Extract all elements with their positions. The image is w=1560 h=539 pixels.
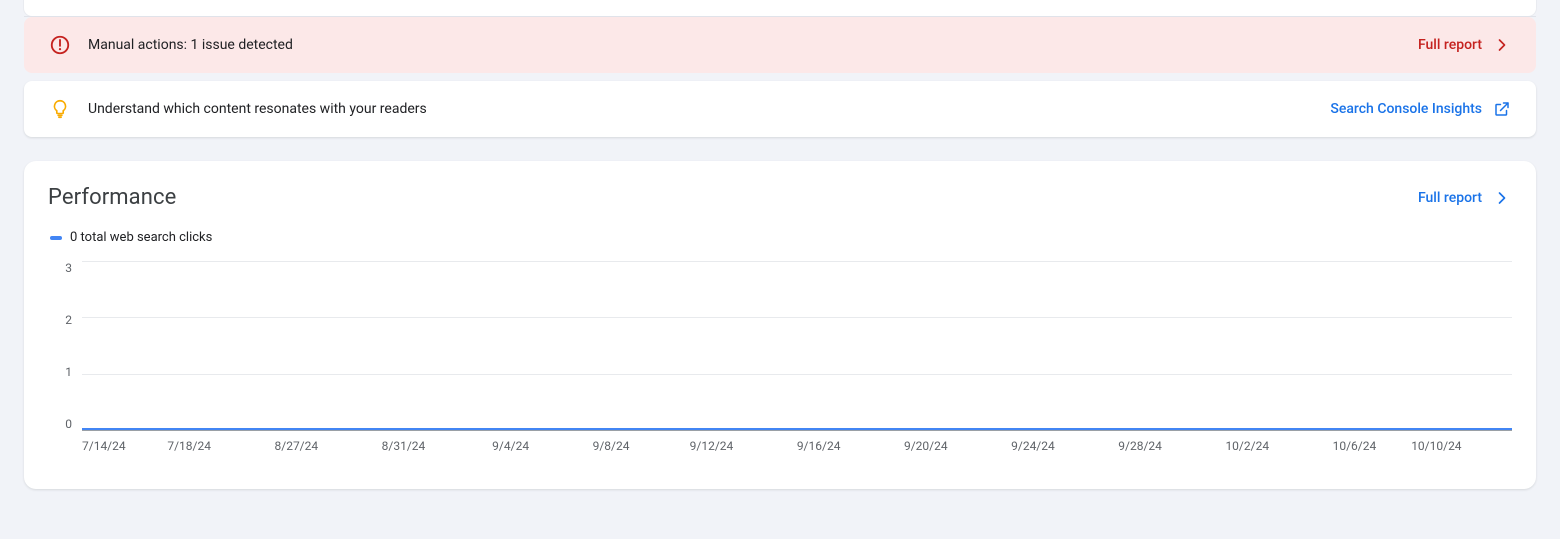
x-tick: 9/12/24: [690, 439, 734, 453]
error-icon: [48, 33, 72, 57]
clicks-chart: 3 2 1 0 7/14/24 7/18/24 8/27/24 8/31/24 …: [48, 261, 1512, 461]
manual-actions-alert[interactable]: Manual actions: 1 issue detected Full re…: [24, 17, 1536, 73]
y-tick: 0: [65, 417, 72, 431]
insights-link-label: Search Console Insights: [1330, 101, 1482, 117]
chart-y-axis: 3 2 1 0: [48, 261, 82, 431]
x-tick: 9/8/24: [593, 439, 630, 453]
full-report-label: Full report: [1418, 37, 1482, 53]
x-tick: 8/31/24: [382, 439, 426, 453]
chart-plot-area: [82, 261, 1512, 431]
lightbulb-icon: [48, 97, 72, 121]
x-tick: 9/20/24: [904, 439, 948, 453]
x-tick: 9/4/24: [492, 439, 529, 453]
search-console-insights-link[interactable]: Search Console Insights: [1330, 99, 1512, 119]
external-link-icon: [1492, 99, 1512, 119]
x-tick: 7/18/24: [167, 439, 211, 453]
x-tick: 10/2/24: [1225, 439, 1269, 453]
manual-actions-text: Manual actions: 1 issue detected: [88, 37, 1418, 53]
performance-card: Performance Full report 0 total web sear…: [24, 161, 1536, 489]
legend-label: 0 total web search clicks: [70, 230, 212, 245]
x-tick: 10/6/24: [1333, 439, 1377, 453]
previous-card-bottom: [24, 0, 1536, 16]
performance-full-report-label: Full report: [1418, 190, 1482, 206]
y-tick: 1: [65, 365, 72, 379]
gridline: [82, 261, 1512, 262]
y-tick: 3: [65, 261, 72, 275]
legend-swatch: [50, 236, 62, 240]
gridline: [82, 317, 1512, 318]
x-tick: 10/10/24: [1411, 439, 1461, 453]
chevron-right-icon: [1492, 35, 1512, 55]
x-tick: 8/27/24: [275, 439, 319, 453]
gridline: [82, 374, 1512, 375]
x-tick: 7/14/24: [82, 439, 126, 453]
manual-actions-full-report-link[interactable]: Full report: [1418, 35, 1512, 55]
insights-tip-text: Understand which content resonates with …: [88, 101, 1330, 117]
chart-legend: 0 total web search clicks: [50, 230, 1512, 245]
chart-x-axis: 7/14/24 7/18/24 8/27/24 8/31/24 9/4/24 9…: [82, 439, 1512, 453]
insights-tip-bar[interactable]: Understand which content resonates with …: [24, 81, 1536, 137]
y-tick: 2: [65, 313, 72, 327]
x-tick: 9/28/24: [1118, 439, 1162, 453]
chart-series-line: [82, 428, 1512, 430]
performance-title: Performance: [48, 185, 1418, 210]
chevron-right-icon: [1492, 188, 1512, 208]
x-tick: 9/24/24: [1011, 439, 1055, 453]
x-tick: 9/16/24: [797, 439, 841, 453]
performance-full-report-link[interactable]: Full report: [1418, 188, 1512, 208]
